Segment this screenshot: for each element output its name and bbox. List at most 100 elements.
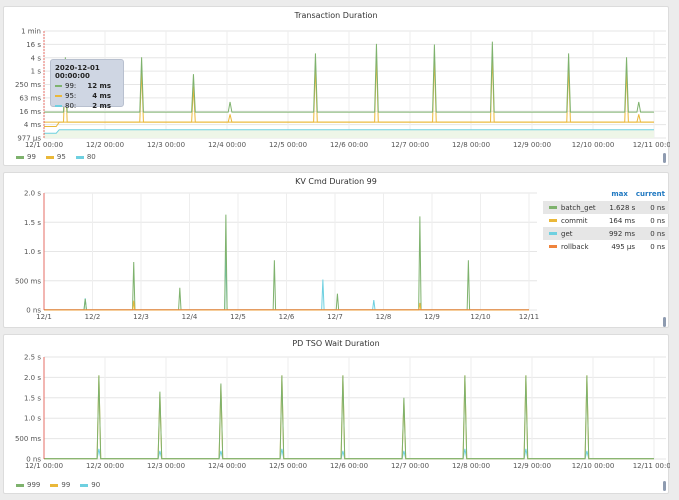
transaction-duration-panel: Transaction Duration 1 min 16 s4 s1 s 250 … [3,6,670,166]
x-tick-label: 12/4 00:00 [208,141,246,149]
x-tick-label: 12/8 [376,313,392,321]
y-tick-label: 2.0 s [24,190,41,198]
x-tick-label: 12/7 00:00 [391,462,429,470]
x-tick-label: 12/10 [470,313,490,321]
x-tick-label: 12/11 00:00 [633,141,670,149]
panel-scrollbar[interactable] [663,481,666,491]
legend-label: 99 [61,481,71,489]
panel-scrollbar[interactable] [663,317,666,327]
series-swatch [549,232,557,235]
series-swatch [549,245,557,248]
legend-item-999[interactable]: 999 [16,481,40,489]
tooltip-series-name: 80: [65,102,77,110]
x-tick-label: 12/5 [230,313,246,321]
x-tick-label: 12/7 00:00 [391,141,429,149]
panel-scrollbar[interactable] [663,153,666,163]
pd-tso-wait-duration-panel: PD TSO Wait Duration 2.5 s 2.0 s 1.5 s 1.0 … [3,334,670,495]
x-tick-label: 12/8 00:00 [452,462,490,470]
x-tick-label: 12/1 00:00 [25,462,63,470]
series-swatch [549,219,557,222]
y-tick-label: 1.0 s [24,415,41,423]
series-swatch [549,206,557,209]
legend-item-80[interactable]: 80 [75,153,96,161]
y-tick-label: 1.5 s [24,394,41,402]
legend-label: 90 [91,481,101,489]
legend-item-90[interactable]: 90 [80,481,100,489]
legend-label: 999 [27,481,41,489]
legend-max-value: 164 ms [608,216,635,225]
tooltip-row: 80: 2 ms [55,102,119,110]
legend-label: 80 [86,153,96,161]
y-tick-label: 4 s [31,54,42,62]
y-tick-label: 4 ms [24,121,41,129]
pd-tso-wait-duration-chart[interactable]: 2.5 s2.0 s1.5 s1.0 s500 ms0 ns12/1 00:00… [4,335,670,495]
legend-series-name: batch_get [560,203,596,212]
x-tick-label: 12/5 00:00 [269,141,307,149]
y-tick-label: 16 s [26,41,41,49]
x-tick-label: 12/9 [424,313,440,321]
y-tick-label: 1.5 s [24,219,41,227]
tooltip-series-name: 95: [65,92,77,100]
x-tick-label: 12/3 00:00 [147,141,185,149]
legend-header: max current [543,190,669,201]
series-swatch [55,85,62,87]
tooltip-row: 99: 12 ms [55,82,119,90]
x-tick-label: 12/3 [133,313,149,321]
legend-item-95[interactable]: 95 [45,153,66,161]
series-swatch [80,483,89,487]
x-tick-label: 12/3 00:00 [147,462,185,470]
x-tick-label: 12/2 00:00 [86,462,124,470]
chart-legend: 99 95 80 [16,153,96,161]
tooltip-time: 2020-12-01 00:00:00 [55,64,100,80]
tooltip-row: 95: 4 ms [55,92,119,100]
tooltip-series-value: 4 ms [92,92,111,100]
legend-row-get[interactable]: get 992 ms 0 ns [543,227,669,240]
y-tick-label: 500 ms [15,277,41,285]
kv-side-legend: max current batch_get 1.628 s 0 ns commi… [543,190,669,253]
x-tick-label: 12/5 00:00 [269,462,307,470]
legend-max-value: 495 µs [611,242,635,251]
x-tick-label: 12/7 [327,313,343,321]
y-tick-label: 2.0 s [24,374,41,382]
series-swatch [50,483,59,487]
y-tick-label: 1 s [31,68,42,76]
x-tick-label: 12/1 [36,313,52,321]
x-tick-label: 12/2 00:00 [86,141,124,149]
x-tick-label: 12/10 00:00 [572,141,615,149]
y-tick-label: 250 ms [15,81,41,89]
x-tick-label: 12/6 00:00 [330,141,368,149]
series-swatch [45,155,54,159]
series-80-area [44,129,654,138]
x-tick-label: 12/4 00:00 [208,462,246,470]
x-tick-label: 12/2 [85,313,101,321]
tooltip-series-name: 99: [65,82,77,90]
legend-row-rollback[interactable]: rollback 495 µs 0 ns [543,240,669,253]
y-tick-label: 500 ms [15,435,41,443]
x-tick-label: 12/9 00:00 [513,141,551,149]
legend-series-name: commit [561,216,588,225]
tooltip-series-value: 2 ms [92,102,111,110]
legend-max-value: 1.628 s [609,203,636,212]
series-swatch [16,155,24,159]
legend-item-99[interactable]: 99 [50,481,70,489]
series-swatch [55,95,62,97]
y-tick-label: 2.5 s [24,354,41,362]
x-tick-label: 12/8 00:00 [452,141,490,149]
x-tick-label: 12/10 00:00 [572,462,615,470]
y-tick-label: 1 min [21,28,41,36]
y-tick-label: 1.0 s [24,248,41,256]
x-tick-label: 12/9 00:00 [513,462,551,470]
y-tick-label: 63 ms [19,94,41,102]
x-tick-label: 12/11 [519,313,539,321]
legend-label: 95 [56,153,66,161]
x-tick-label: 12/6 00:00 [330,462,368,470]
current-column-header[interactable]: current [636,190,665,201]
legend-row-batch-get[interactable]: batch_get 1.628 s 0 ns [543,201,669,214]
max-column-header[interactable]: max [611,190,628,201]
legend-row-commit[interactable]: commit 164 ms 0 ns [543,214,669,227]
legend-series-name: rollback [561,242,589,251]
legend-label: 99 [27,153,36,161]
series-swatch [75,155,84,159]
chart-legend: 999 99 90 [16,481,100,489]
legend-item-99[interactable]: 99 [16,153,36,161]
